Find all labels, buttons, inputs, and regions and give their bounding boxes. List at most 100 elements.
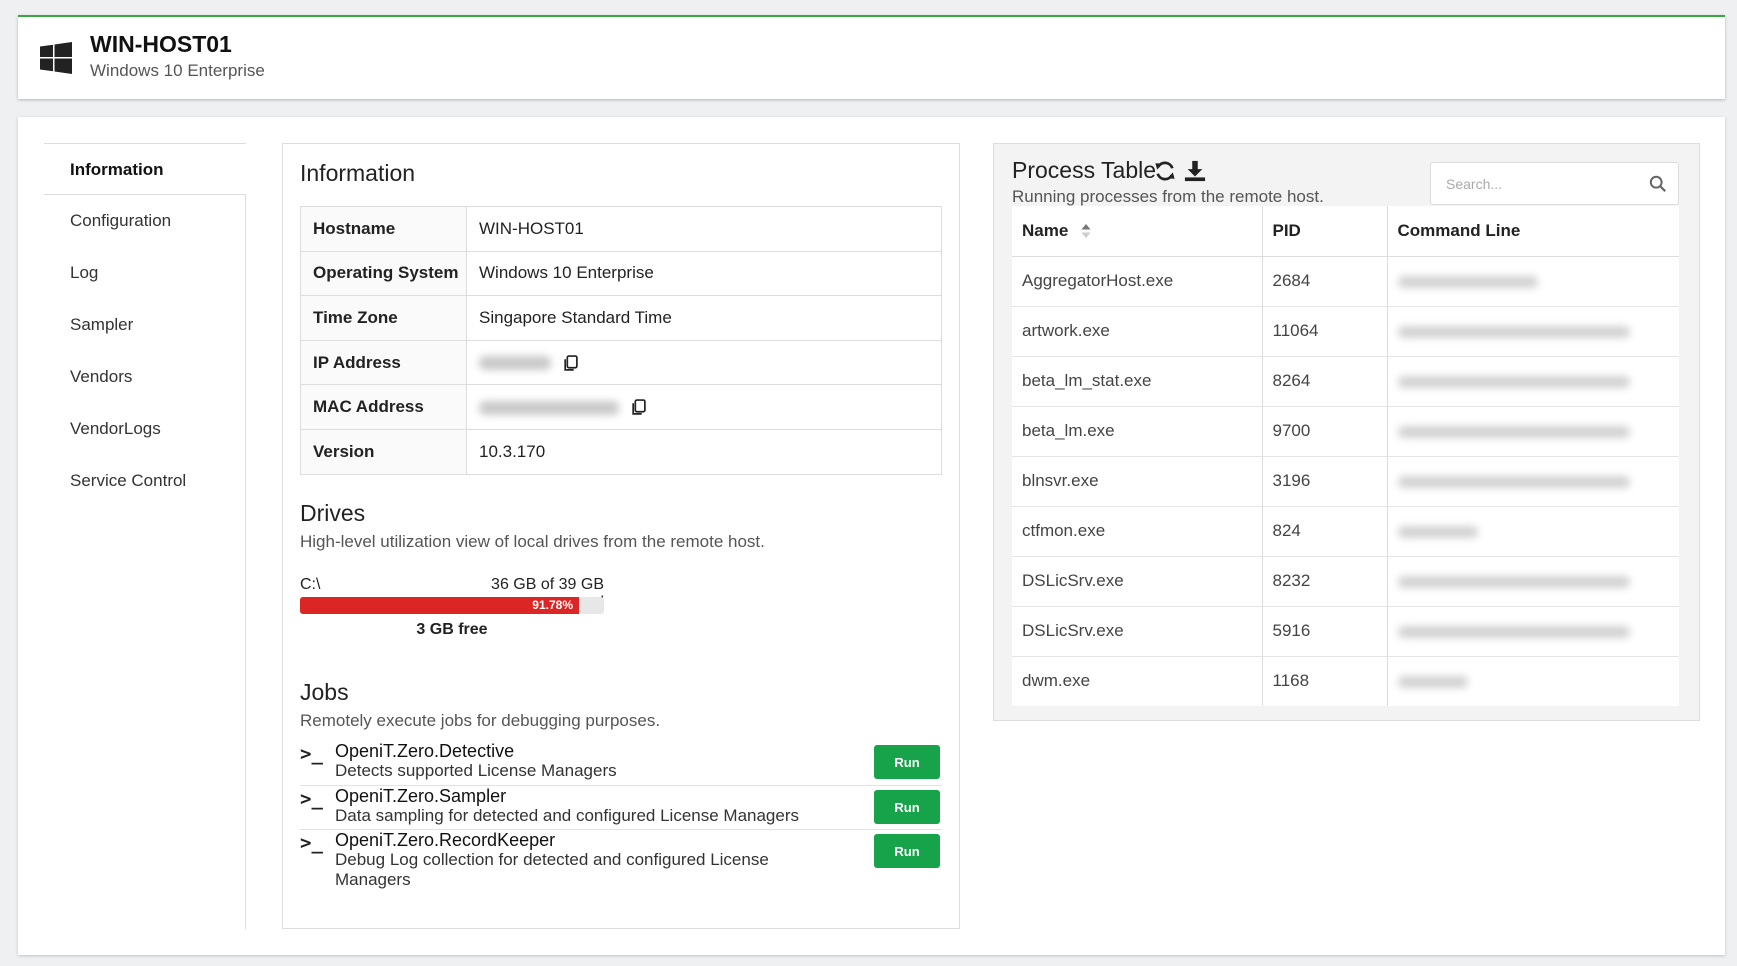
- job-name: OpeniT.Zero.Sampler: [335, 786, 507, 806]
- table-row: Hostname WIN-HOST01: [300, 206, 942, 252]
- table-row: Operating System Windows 10 Enterprise: [300, 250, 942, 296]
- table-row: dwm.exe 1168: [1012, 656, 1679, 706]
- drive-usage-fill: 91.78%: [300, 597, 579, 614]
- table-row: beta_lm_stat.exe 8264: [1012, 356, 1679, 407]
- process-table-subtitle: Running processes from the remote host.: [1012, 187, 1324, 206]
- terminal-icon: >_: [300, 832, 323, 854]
- job-item-sampler: >_ OpeniT.Zero.Sampler Data sampling for…: [300, 786, 942, 830]
- download-icon[interactable]: [1184, 160, 1206, 182]
- info-value: [466, 339, 942, 385]
- redacted-command-line: [1397, 475, 1630, 488]
- process-pid: 5916: [1261, 606, 1387, 657]
- table-header-row: Name PID Command Line: [1012, 206, 1679, 257]
- column-header-pid[interactable]: PID: [1261, 206, 1387, 257]
- process-name: AggregatorHost.exe: [1012, 256, 1262, 307]
- redacted-command-line: [1397, 675, 1468, 688]
- table-row: IP Address: [300, 339, 942, 385]
- process-table: Name PID Command Line AggregatorHost.exe: [1012, 206, 1679, 706]
- info-key: MAC Address: [300, 384, 467, 430]
- process-command-line: [1386, 406, 1679, 457]
- sort-icon[interactable]: [1081, 223, 1091, 239]
- process-command-line: [1386, 256, 1679, 307]
- host-header: WIN-HOST01 Windows 10 Enterprise: [18, 15, 1725, 99]
- process-name: dwm.exe: [1012, 656, 1262, 706]
- info-key: Time Zone: [300, 295, 467, 341]
- redacted-command-line: [1397, 375, 1630, 388]
- redacted-command-line: [1397, 525, 1478, 538]
- table-row: blnsvr.exe 3196: [1012, 456, 1679, 507]
- redacted-command-line: [1397, 625, 1630, 638]
- table-row: MAC Address: [300, 384, 942, 430]
- windows-logo-icon: [40, 42, 72, 74]
- process-pid: 1168: [1261, 656, 1387, 706]
- terminal-icon: >_: [300, 743, 323, 765]
- table-row: DSLicSrv.exe 8232: [1012, 556, 1679, 607]
- sidebar-item-vendorlogs[interactable]: VendorLogs: [44, 403, 246, 455]
- redacted-command-line: [1397, 325, 1630, 338]
- drives-title: Drives: [300, 500, 366, 526]
- table-row: Version 10.3.170: [300, 428, 942, 475]
- job-description: Data sampling for detected and configure…: [335, 806, 800, 825]
- process-name: blnsvr.exe: [1012, 456, 1262, 507]
- job-item-detective: >_ OpeniT.Zero.Detective Detects support…: [300, 741, 942, 786]
- host-title: WIN-HOST01: [90, 31, 232, 57]
- refresh-icon[interactable]: [1154, 160, 1176, 182]
- process-pid: 8232: [1261, 556, 1387, 607]
- sidebar-item-service-control[interactable]: Service Control: [44, 455, 246, 507]
- info-value: [466, 384, 942, 430]
- redacted-mac-address: [479, 400, 619, 415]
- process-pid: 2684: [1261, 256, 1387, 307]
- copy-icon[interactable]: [562, 354, 579, 372]
- search-input[interactable]: [1431, 163, 1641, 204]
- table-row: DSLicSrv.exe 5916: [1012, 606, 1679, 657]
- table-row: beta_lm.exe 9700: [1012, 406, 1679, 457]
- process-name: ctfmon.exe: [1012, 506, 1262, 557]
- sidebar-item-log[interactable]: Log: [44, 247, 246, 299]
- information-table: Hostname WIN-HOST01 Operating System Win…: [300, 206, 942, 475]
- sidebar-item-vendors[interactable]: Vendors: [44, 351, 246, 403]
- redacted-command-line: [1397, 425, 1630, 438]
- column-header-name[interactable]: Name: [1012, 206, 1262, 257]
- process-command-line: [1386, 356, 1679, 407]
- table-row: Time Zone Singapore Standard Time: [300, 295, 942, 341]
- drives-subtitle: High-level utilization view of local dri…: [300, 532, 765, 551]
- process-name: DSLicSrv.exe: [1012, 556, 1262, 607]
- process-name: beta_lm_stat.exe: [1012, 356, 1262, 407]
- drive-name: C:\: [300, 576, 321, 593]
- sidebar-item-configuration[interactable]: Configuration: [44, 195, 246, 247]
- search-box: [1430, 162, 1679, 205]
- column-header-command-line[interactable]: Command Line: [1386, 206, 1679, 257]
- process-table-title: Process Table: [1012, 157, 1157, 183]
- drive-usage-bar: 91.78%: [300, 597, 604, 614]
- terminal-icon: >_: [300, 788, 323, 810]
- run-recordkeeper-button[interactable]: Run: [874, 834, 940, 868]
- process-name: DSLicSrv.exe: [1012, 606, 1262, 657]
- process-command-line: [1386, 306, 1679, 357]
- main-card: Information Configuration Log Sampler Ve…: [18, 117, 1725, 955]
- process-pid: 824: [1261, 506, 1387, 557]
- host-os-subtitle: Windows 10 Enterprise: [90, 61, 265, 80]
- search-icon[interactable]: [1649, 175, 1667, 193]
- copy-icon[interactable]: [630, 399, 647, 416]
- sidebar-item-information[interactable]: Information: [44, 143, 246, 195]
- process-command-line: [1386, 606, 1679, 657]
- process-pid: 9700: [1261, 406, 1387, 457]
- run-detective-button[interactable]: Run: [874, 745, 940, 779]
- info-value: Windows 10 Enterprise: [466, 250, 942, 296]
- redacted-command-line: [1397, 575, 1630, 588]
- process-command-line: [1386, 656, 1679, 706]
- process-pid: 8264: [1261, 356, 1387, 407]
- info-value: WIN-HOST01: [466, 206, 942, 252]
- info-key: Hostname: [300, 206, 467, 252]
- info-key: IP Address: [300, 339, 467, 385]
- run-sampler-button[interactable]: Run: [874, 790, 940, 824]
- sidebar-item-sampler[interactable]: Sampler: [44, 299, 246, 351]
- job-description: Debug Log collection for detected and co…: [335, 850, 769, 889]
- process-command-line: [1386, 556, 1679, 607]
- information-panel: Information Hostname WIN-HOST01 Operatin…: [282, 143, 960, 929]
- info-key: Version: [300, 428, 467, 475]
- info-value: 10.3.170: [466, 428, 942, 475]
- process-table-scroll[interactable]: Name PID Command Line AggregatorHost.exe: [1012, 206, 1679, 706]
- jobs-subtitle: Remotely execute jobs for debugging purp…: [300, 711, 661, 730]
- information-title: Information: [300, 160, 416, 186]
